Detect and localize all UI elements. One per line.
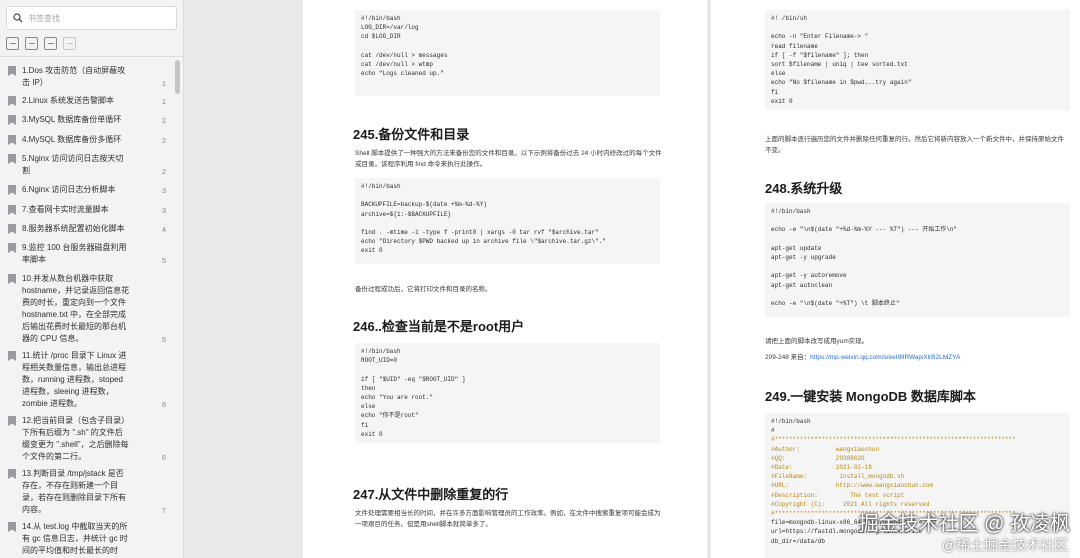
- bookmark-item[interactable]: 5.Nginx 访问访问日志按天切割 2: [8, 153, 170, 177]
- bookmark-item[interactable]: 9.监控 100 台服务器磁盘利用率脚本 5: [8, 242, 170, 266]
- bookmark-icon: [8, 416, 16, 426]
- sidebar-divider: [0, 56, 183, 57]
- bookmark-item[interactable]: 13.判断目录 /tmp/jstack 是否存在，不存在则新建一个目录，若存在则…: [8, 468, 170, 516]
- paragraph: 备份过程成功后，它将打印文件和目录的名称。: [355, 286, 492, 293]
- bookmark-icon: [8, 96, 16, 106]
- bookmark-icon: [8, 224, 16, 234]
- section-heading-249: 249.一键安装 MongoDB 数据库脚本: [765, 389, 976, 404]
- paragraph: 文件处理需要相当长的时间，并在许多方面影响管理员的工作效率。例如，在文件中搜索重…: [355, 510, 661, 528]
- bookmark-item[interactable]: 14.从 test.log 中截取当天的所有 gc 信息日志，并统计 gc 时间…: [8, 521, 170, 557]
- pdf-reader-window: 1.Dos 攻击防范（自动屏蔽攻击 IP）1 2.Linux 系统发送告警脚本1…: [0, 0, 1080, 558]
- search-icon: [13, 13, 23, 23]
- bookmark-item[interactable]: 2.Linux 系统发送告警脚本 1: [8, 95, 170, 107]
- section-heading-245: 245.备份文件和目录: [353, 127, 470, 142]
- add-bookmark-icon[interactable]: [44, 37, 57, 50]
- bookmark-icon: [8, 154, 16, 164]
- code-block: #!/bin/bash LOG_DIR=/var/log cd $LOG_DIR…: [355, 10, 660, 96]
- delete-bookmark-icon[interactable]: [63, 37, 76, 50]
- bookmark-item[interactable]: 10.并发从数台机器中获取 hostname，并记录返回信息花费的时长，重定向到…: [8, 273, 170, 345]
- bookmark-item[interactable]: 11.统计 /proc 目录下 Linux 进程相关数量信息，输出总进程数，ru…: [8, 350, 170, 410]
- bookmark-icon: [8, 205, 16, 215]
- code-block: #! /bin/sh echo -n "Enter Filename-> " r…: [765, 10, 1070, 110]
- bookmark-icon: [8, 522, 16, 532]
- paragraph: 请把上面的脚本改写成用yum实现。: [765, 338, 869, 345]
- bookmark-icon: [8, 274, 16, 284]
- bookmark-item[interactable]: 12.把当前目录（包含子目录）下所有后缀为 ".sh" 的文件后缀变更为 ".s…: [8, 415, 170, 463]
- bookmark-item[interactable]: 7.查看网卡实时流量脚本 3: [8, 204, 170, 216]
- source-link[interactable]: https://mp.weixin.qq.com/s/eeI9lIRWajxXl…: [810, 354, 960, 361]
- expand-all-icon[interactable]: [6, 37, 19, 50]
- code-block: #!/bin/bash ROOT_UID=0 if [ "$UID" -eq "…: [355, 343, 660, 443]
- bookmark-icon: [8, 185, 16, 195]
- bookmark-search-box[interactable]: [6, 6, 177, 30]
- bookmark-sidebar: 1.Dos 攻击防范（自动屏蔽攻击 IP）1 2.Linux 系统发送告警脚本1…: [0, 0, 184, 558]
- bookmark-item[interactable]: 4.MySQL 数据库备份多循环 2: [8, 134, 170, 146]
- bookmark-item[interactable]: 3.MySQL 数据库备份单循环 2: [8, 114, 170, 126]
- watermark: 掘金技术社区 @ 孜凌枫: [858, 513, 1070, 535]
- bookmark-icon: [8, 351, 16, 361]
- bookmark-item[interactable]: 1.Dos 攻击防范（自动屏蔽攻击 IP） 1: [8, 65, 170, 89]
- bookmark-icon: [8, 135, 16, 145]
- section-heading-248: 248.系统升级: [765, 181, 843, 196]
- source-line: 209-248 来自：https://mp.weixin.qq.com/s/ee…: [765, 352, 1070, 363]
- sidebar-scrollbar[interactable]: [175, 60, 180, 94]
- bookmark-search-input[interactable]: [28, 13, 158, 23]
- code-line: #!/bin/bash #: [771, 418, 811, 435]
- document-page-left: #!/bin/bash LOG_DIR=/var/log cd $LOG_DIR…: [303, 0, 707, 558]
- bookmark-toolbar: [6, 37, 76, 50]
- section-heading-246: 246..检查当前是不是root用户: [353, 319, 525, 334]
- source-label: 209-248 来自：: [765, 354, 811, 361]
- document-page-right: #! /bin/sh echo -n "Enter Filename-> " r…: [711, 0, 1080, 558]
- bookmark-icon: [8, 115, 16, 125]
- paragraph: Shell 脚本提供了一种强大的方法来备份您的文件和目录。以下示例将备份过去 2…: [355, 150, 662, 168]
- code-block: #!/bin/bash BACKUPFILE=backup-$(date +%m…: [355, 178, 660, 264]
- bookmark-item[interactable]: 6.Nginx 访问日志分析脚本 3: [8, 184, 170, 196]
- paragraph: 上面的脚本逐行遍历您的文件并删除任何重复的行。然后它将新内容放入一个新文件中，并…: [765, 136, 1064, 154]
- bookmark-item[interactable]: 8.服务器系统配置初始化脚本 4: [8, 223, 170, 235]
- section-heading-247: 247.从文件中删除重复的行: [353, 487, 509, 502]
- collapse-all-icon[interactable]: [25, 37, 38, 50]
- bookmark-icon: [8, 243, 16, 253]
- code-block: #!/bin/bash echo -e "\n$(date "+%d-%m-%Y…: [765, 203, 1070, 317]
- bookmark-icon: [8, 66, 16, 76]
- watermark-sub: @稀土掘金技术社区: [941, 537, 1068, 553]
- bookmark-icon: [8, 469, 16, 479]
- code-comment: #***************************************…: [771, 436, 1016, 518]
